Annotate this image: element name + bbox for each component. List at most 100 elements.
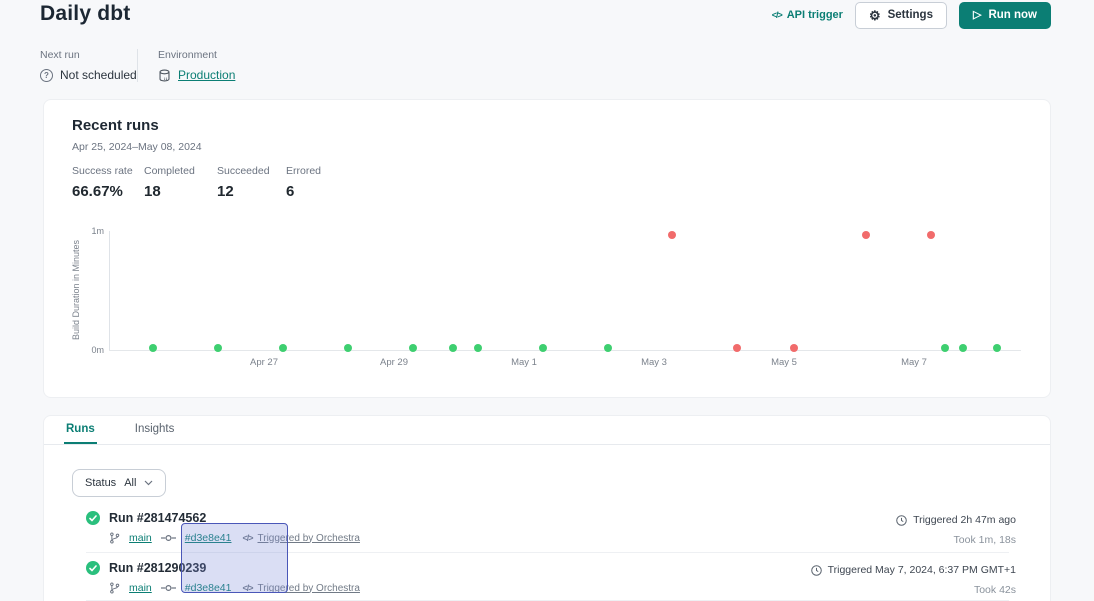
status-filter-value: All	[124, 477, 136, 489]
trigger-badge[interactable]: </> Triggered by Orchestra	[242, 533, 359, 544]
chart-x-tick: May 7	[901, 357, 927, 368]
run-dot-success[interactable]	[941, 344, 949, 352]
job-meta: Next run ? Not scheduled Environment	[40, 49, 235, 82]
chart-y-axis	[109, 231, 110, 351]
database-icon	[158, 69, 171, 82]
run-timing: Triggered May 7, 2024, 6:37 PM GMT+1 Too…	[811, 564, 1016, 596]
recent-runs-title: Recent runs	[72, 117, 159, 134]
run-dot-success[interactable]	[409, 344, 417, 352]
triggered-text: Triggered May 7, 2024, 6:37 PM GMT+1	[828, 564, 1016, 576]
took-text: Took 42s	[811, 584, 1016, 596]
code-icon: </>	[242, 533, 252, 543]
git-branch-icon	[109, 582, 120, 594]
run-main: Run #281290239 main #	[86, 561, 360, 594]
environment-link[interactable]: Production	[178, 68, 235, 82]
play-icon: ▷	[973, 10, 981, 21]
branch-link[interactable]: main	[129, 532, 152, 544]
run-dot-error[interactable]	[862, 231, 870, 239]
run-title-link[interactable]: Run #281474562	[109, 511, 206, 525]
success-check-icon	[86, 561, 100, 575]
row-divider	[86, 552, 1009, 553]
next-run-value: ? Not scheduled	[40, 68, 137, 82]
run-main: Run #281474562 main #	[86, 511, 360, 544]
chevron-down-icon	[144, 480, 153, 486]
stat-value: 12	[217, 183, 286, 200]
commit-link[interactable]: #d3e8e41	[185, 532, 232, 544]
git-branch-icon	[109, 532, 120, 544]
commit-icon	[161, 534, 176, 542]
stat-errored: Errored 6	[286, 165, 346, 200]
meta-divider	[137, 49, 138, 82]
run-dot-success[interactable]	[959, 344, 967, 352]
run-dot-error[interactable]	[927, 231, 935, 239]
run-row[interactable]: Run #281290239 main #	[44, 556, 1052, 601]
run-dot-success[interactable]	[149, 344, 157, 352]
recent-runs-date-range: Apr 25, 2024–May 08, 2024	[72, 141, 202, 153]
run-dot-error[interactable]	[668, 231, 676, 239]
environment-label: Environment	[158, 49, 235, 61]
stat-label: Succeeded	[217, 165, 286, 177]
chart-x-tick: May 5	[771, 357, 797, 368]
run-dot-success[interactable]	[993, 344, 1001, 352]
next-run-block: Next run ? Not scheduled	[40, 49, 137, 82]
commit-icon	[161, 584, 176, 592]
chart-y-tick: 0m	[91, 345, 104, 355]
gear-icon: ⚙	[869, 9, 881, 22]
run-dot-success[interactable]	[474, 344, 482, 352]
run-stats: Success rate 66.67% Completed 18 Succeed…	[72, 165, 346, 200]
trigger-badge-label: Triggered by Orchestra	[258, 533, 360, 544]
status-filter-dropdown[interactable]: Status All	[72, 469, 166, 497]
trigger-badge-label: Triggered by Orchestra	[258, 583, 360, 594]
run-now-button[interactable]: ▷ Run now	[959, 2, 1051, 29]
chart-x-tick: May 3	[641, 357, 667, 368]
chart-x-tick: May 1	[511, 357, 537, 368]
runs-panel-card: Runs Insights Status All	[43, 415, 1051, 601]
run-timing: Triggered 2h 47m ago Took 1m, 18s	[896, 514, 1016, 546]
run-dot-success[interactable]	[344, 344, 352, 352]
run-dot-error[interactable]	[790, 344, 798, 352]
chart-y-axis-label: Build Duration in Minutes	[71, 240, 81, 340]
stat-succeeded: Succeeded 12	[217, 165, 286, 200]
duration-chart: Build Duration in Minutes Apr 27Apr 29Ma…	[44, 231, 1052, 350]
branch-link[interactable]: main	[129, 582, 152, 594]
stat-value: 6	[286, 183, 346, 200]
run-dot-error[interactable]	[733, 344, 741, 352]
run-row[interactable]: Run #281474562 main #	[44, 506, 1052, 552]
success-check-icon	[86, 511, 100, 525]
run-dot-success[interactable]	[214, 344, 222, 352]
run-dot-success[interactable]	[604, 344, 612, 352]
chart-x-tick: Apr 29	[380, 357, 408, 368]
run-title-link[interactable]: Run #281290239	[109, 561, 206, 575]
run-dot-success[interactable]	[539, 344, 547, 352]
next-run-label: Next run	[40, 49, 137, 61]
api-trigger-label: API trigger	[787, 9, 843, 21]
run-dot-success[interactable]	[279, 344, 287, 352]
stat-value: 66.67%	[72, 183, 144, 200]
triggered-text: Triggered 2h 47m ago	[913, 514, 1016, 526]
stat-label: Success rate	[72, 165, 144, 177]
chart-x-tick: Apr 27	[250, 357, 278, 368]
run-dot-success[interactable]	[449, 344, 457, 352]
settings-label: Settings	[888, 9, 933, 21]
code-icon: </>	[772, 10, 782, 20]
chart-y-tick: 1m	[91, 226, 104, 236]
job-page: Daily dbt </> API trigger ⚙ Settings ▷ R…	[0, 0, 1094, 601]
environment-block: Environment Production	[158, 49, 235, 82]
header-actions: </> API trigger ⚙ Settings ▷ Run now	[772, 1, 1051, 29]
api-trigger-link[interactable]: </> API trigger	[772, 9, 843, 21]
stat-label: Completed	[144, 165, 217, 177]
stat-label: Errored	[286, 165, 346, 177]
recent-runs-card: Recent runs Apr 25, 2024–May 08, 2024 Su…	[43, 99, 1051, 398]
stat-value: 18	[144, 183, 217, 200]
run-now-label: Run now	[988, 9, 1037, 21]
next-run-text: Not scheduled	[60, 68, 137, 82]
commit-link[interactable]: #d3e8e41	[185, 582, 232, 594]
trigger-badge[interactable]: </> Triggered by Orchestra	[242, 583, 359, 594]
status-filter-label: Status	[85, 477, 116, 489]
chart-x-axis	[109, 350, 1021, 351]
settings-button[interactable]: ⚙ Settings	[855, 2, 947, 29]
runs-tabs: Runs Insights	[44, 416, 1050, 445]
tab-runs[interactable]: Runs	[64, 416, 97, 444]
clock-icon	[896, 515, 907, 526]
tab-insights[interactable]: Insights	[133, 416, 177, 444]
